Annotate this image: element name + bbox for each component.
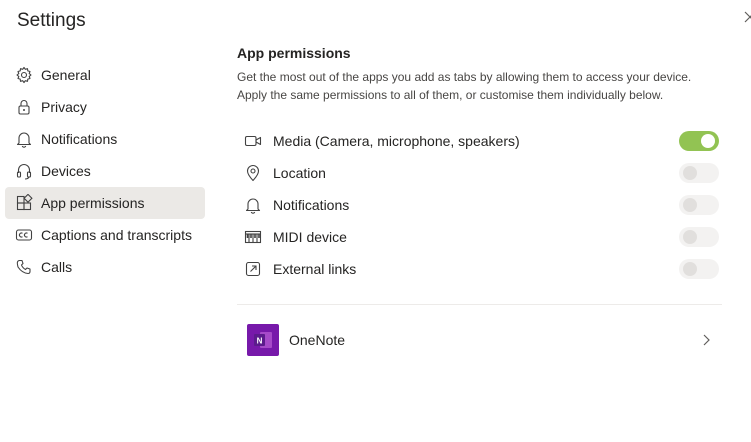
cc-icon <box>15 226 33 244</box>
nav-item-devices[interactable]: Devices <box>5 155 205 187</box>
phone-icon <box>15 258 33 276</box>
permission-row-external-links: External links <box>243 253 719 285</box>
nav-item-app-permissions[interactable]: App permissions <box>5 187 205 219</box>
close-icon[interactable] <box>743 10 751 24</box>
video-camera-icon <box>243 131 263 151</box>
permission-row-notifications: Notifications <box>243 189 719 221</box>
permission-row-midi: MIDI device <box>243 221 719 253</box>
chevron-right-icon <box>703 334 710 346</box>
page-title: Settings <box>17 10 86 31</box>
lock-icon <box>15 98 33 116</box>
divider <box>237 304 722 305</box>
bell-icon <box>15 130 33 148</box>
location-pin-icon <box>243 163 263 183</box>
section-title: App permissions <box>237 45 351 61</box>
nav-item-label: Calls <box>41 259 73 275</box>
nav-item-label: Notifications <box>41 131 118 147</box>
piano-keys-icon <box>243 227 263 247</box>
apps-icon <box>15 194 33 212</box>
nav-item-calls[interactable]: Calls <box>5 251 205 283</box>
nav-item-privacy[interactable]: Privacy <box>5 91 205 123</box>
headset-icon <box>15 162 33 180</box>
settings-nav: General Privacy Notifications Devices Ap… <box>5 59 205 283</box>
permission-row-location: Location <box>243 157 719 189</box>
nav-item-label: Devices <box>41 163 91 179</box>
external-link-icon <box>243 259 263 279</box>
midi-toggle[interactable] <box>679 227 719 247</box>
nav-item-general[interactable]: General <box>5 59 205 91</box>
nav-item-label: App permissions <box>41 195 145 211</box>
nav-item-captions[interactable]: Captions and transcripts <box>5 219 205 251</box>
description-line: Apply the same permissions to all of the… <box>237 87 664 102</box>
permission-label: Location <box>273 165 326 181</box>
app-row-onenote[interactable]: N OneNote <box>237 320 723 360</box>
nav-item-label: Privacy <box>41 99 87 115</box>
nav-item-label: Captions and transcripts <box>41 227 192 243</box>
nav-item-notifications[interactable]: Notifications <box>5 123 205 155</box>
nav-item-label: General <box>41 67 91 83</box>
media-toggle[interactable] <box>679 131 719 151</box>
app-label: OneNote <box>289 332 346 348</box>
gear-icon <box>15 66 33 84</box>
permission-label: External links <box>273 261 357 277</box>
permission-label: Notifications <box>273 197 350 213</box>
permission-row-media: Media (Camera, microphone, speakers) <box>243 125 719 157</box>
onenote-icon: N <box>247 324 279 356</box>
external-links-toggle[interactable] <box>679 259 719 279</box>
section-description: Get the most out of the apps you add as … <box>237 69 691 104</box>
permission-label: MIDI device <box>273 229 347 245</box>
permission-label: Media (Camera, microphone, speakers) <box>273 133 520 149</box>
location-toggle[interactable] <box>679 163 719 183</box>
description-line: Get the most out of the apps you add as … <box>237 70 692 84</box>
svg-text:N: N <box>257 337 263 346</box>
notifications-toggle[interactable] <box>679 195 719 215</box>
bell-icon <box>243 195 263 215</box>
